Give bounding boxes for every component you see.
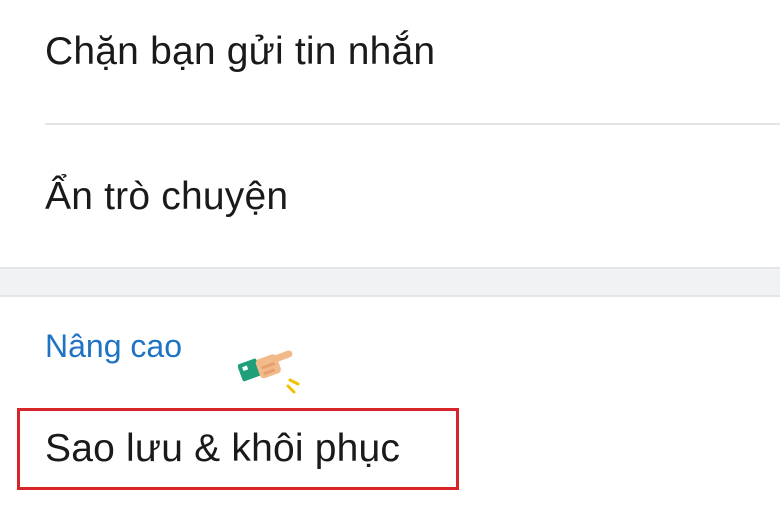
block-messages-item[interactable]: Chặn bạn gửi tin nhắn bbox=[0, 0, 780, 125]
hide-chat-label: Ẩn trò chuyện bbox=[45, 175, 289, 218]
settings-page: Chặn bạn gửi tin nhắn Ẩn trò chuyện Nâng… bbox=[0, 0, 780, 520]
backup-restore-label: Sao lưu & khôi phục bbox=[45, 427, 401, 470]
hide-chat-item[interactable]: Ẩn trò chuyện bbox=[0, 125, 780, 267]
advanced-section-header: Nâng cao bbox=[45, 328, 182, 364]
block-messages-label: Chặn bạn gửi tin nhắn bbox=[45, 30, 436, 73]
backup-restore-item[interactable]: Sao lưu & khôi phục bbox=[0, 397, 780, 507]
section-separator bbox=[0, 267, 780, 297]
pointing-hand-icon bbox=[237, 350, 302, 398]
